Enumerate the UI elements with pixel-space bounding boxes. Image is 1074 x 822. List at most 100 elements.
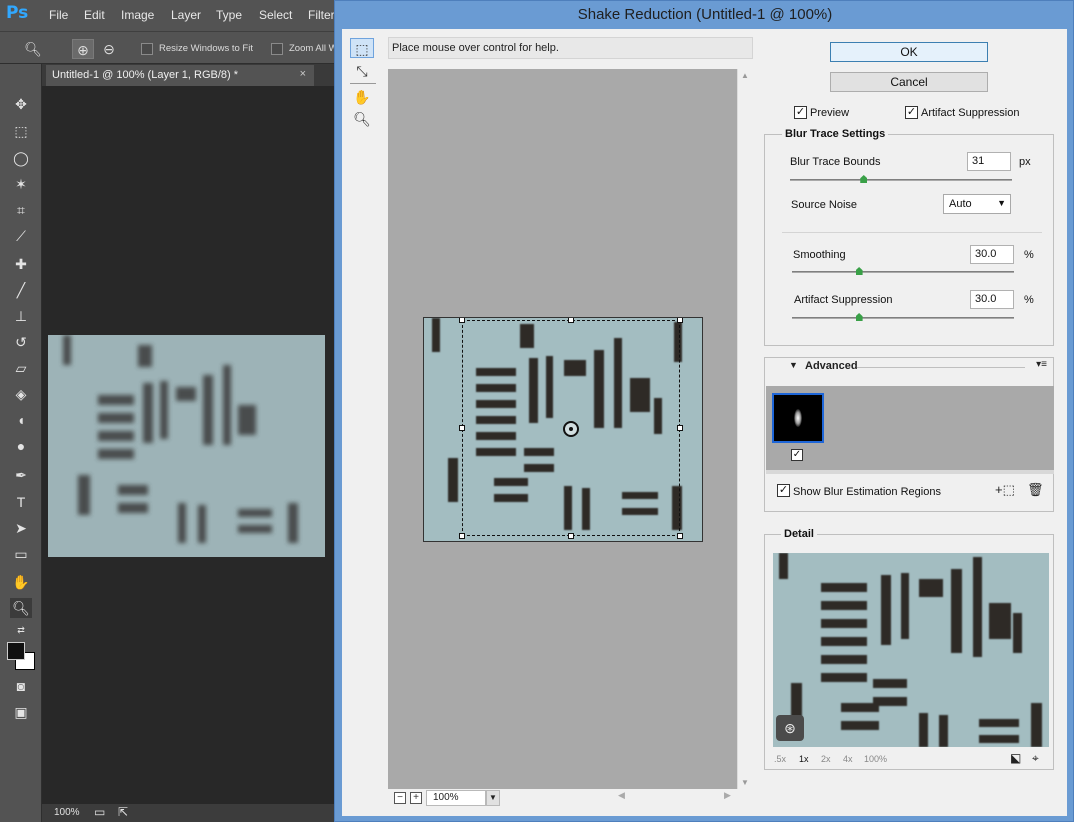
clone-stamp-icon[interactable]: ⊥ [10, 306, 32, 326]
detail-zoom-2x[interactable]: 2x [821, 754, 831, 764]
resize-windows-checkbox[interactable] [141, 43, 153, 55]
path-selection-icon[interactable]: ➤ [10, 518, 32, 538]
history-brush-icon[interactable]: ↺ [10, 332, 32, 352]
hand-icon[interactable]: ✋ [10, 572, 32, 592]
detail-zoom-4x[interactable]: 4x [843, 754, 853, 764]
focus-loupe-icon[interactable]: ⊛ [776, 715, 804, 741]
zoom-tool-icon[interactable]: 🔍︎ [350, 109, 374, 129]
blur-estimation-region[interactable] [459, 318, 683, 539]
preview-image[interactable] [423, 317, 703, 542]
rectangle-icon[interactable]: ▭ [10, 544, 32, 564]
zoom-in-button[interactable]: + [410, 792, 422, 804]
detail-sharpened-image [779, 553, 1042, 747]
region-center-pin[interactable] [563, 421, 579, 437]
trash-icon[interactable]: 🗑︎ [1027, 482, 1044, 498]
region-handle-top-left[interactable] [459, 318, 465, 323]
healing-brush-icon[interactable]: ✚ [10, 254, 32, 274]
unlock-detail-icon[interactable]: ⬕ [1010, 751, 1021, 765]
blur-kernel-thumbnail[interactable] [772, 393, 824, 443]
scroll-right-icon[interactable]: ▶ [724, 790, 731, 801]
type-icon[interactable]: T [10, 492, 32, 512]
magic-wand-icon[interactable]: ✶ [10, 174, 32, 194]
dodge-icon[interactable]: ● [10, 436, 32, 456]
blur-trace-bounds-slider[interactable] [790, 179, 1012, 181]
menu-image[interactable]: Image [121, 8, 154, 22]
pen-icon[interactable]: ✒ [10, 465, 32, 485]
crop-icon[interactable]: ⌗ [10, 200, 32, 220]
artifact-suppression-checkbox[interactable]: ✓ [905, 106, 918, 119]
chevron-down-icon[interactable]: ▼ [486, 790, 500, 806]
source-noise-select[interactable]: Auto ▼ [943, 194, 1011, 214]
status-zoom[interactable]: 100% [54, 807, 80, 818]
region-handle-left[interactable] [459, 425, 465, 431]
eyedropper-icon[interactable]: ⟋ [10, 226, 32, 246]
document-tab[interactable]: Untitled-1 @ 100% (Layer 1, RGB/8) * × [46, 65, 314, 86]
blur-estimation-tool-icon[interactable]: ⬚ [350, 38, 374, 58]
detail-zoom-100[interactable]: 100% [864, 754, 887, 764]
menu-select[interactable]: Select [259, 8, 292, 22]
region-handle-bottom[interactable] [568, 533, 574, 539]
ok-button[interactable]: OK [830, 42, 988, 62]
kernel-enable-checkbox[interactable]: ✓ [791, 449, 803, 461]
marquee-icon[interactable]: ⬚ [10, 121, 32, 141]
brush-icon[interactable]: ╱ [10, 280, 32, 300]
zoom-out-icon[interactable]: ⊖ [98, 39, 120, 59]
zoom-all-checkbox[interactable] [271, 43, 283, 55]
menu-layer[interactable]: Layer [171, 8, 201, 22]
quick-mask-icon[interactable]: ◙ [10, 676, 32, 696]
blur-direction-tool-icon[interactable]: ⤡ [350, 61, 374, 81]
blur-icon[interactable]: ◖ [10, 410, 32, 430]
scroll-down-icon[interactable]: ▼ [741, 778, 749, 787]
preview-area[interactable] [388, 69, 737, 789]
zoom-in-icon[interactable]: ⊕ [72, 39, 94, 59]
source-noise-label: Source Noise [791, 199, 858, 211]
paint-bucket-icon[interactable]: ◈ [10, 384, 32, 404]
shake-reduction-dialog: Shake Reduction (Untitled-1 @ 100%) ⬚ ⤡ … [334, 0, 1074, 822]
menu-file[interactable]: File [49, 8, 68, 22]
move-icon[interactable]: ✥ [10, 94, 32, 114]
blur-trace-bounds-input[interactable]: 31 [967, 152, 1011, 171]
lasso-icon[interactable]: ◯ [10, 148, 32, 168]
document-tab-bar: Untitled-1 @ 100% (Layer 1, RGB/8) * × [42, 64, 336, 86]
region-handle-top-right[interactable] [677, 318, 683, 323]
region-handle-top[interactable] [568, 318, 574, 323]
timeline-icon[interactable]: ▭ [94, 805, 105, 819]
show-regions-checkbox[interactable]: ✓ [777, 484, 790, 497]
zoom-preset-icon[interactable]: 🔍︎ [22, 39, 44, 59]
hand-tool-icon[interactable]: ✋ [350, 87, 374, 107]
detail-zoom-1x[interactable]: 1x [799, 754, 809, 764]
help-text: Place mouse over control for help. [392, 42, 559, 54]
menu-filter[interactable]: Filter [308, 8, 335, 22]
foreground-color-swatch[interactable] [7, 642, 25, 660]
zoom-level-field[interactable]: 100% [426, 790, 486, 806]
close-tab-icon[interactable]: × [300, 68, 306, 80]
zoom-icon[interactable]: 🔍︎ [10, 598, 32, 618]
scroll-up-icon[interactable]: ▲ [741, 71, 749, 80]
add-region-icon[interactable]: +⬚ [995, 482, 1015, 498]
eraser-icon[interactable]: ▱ [10, 358, 32, 378]
share-icon[interactable]: ⇱ [118, 805, 128, 819]
scroll-left-icon[interactable]: ◀ [618, 790, 625, 801]
panel-menu-icon[interactable]: ▾≡ [1036, 359, 1047, 370]
swap-colors-icon[interactable]: ⇄ [10, 620, 32, 640]
help-bar: Place mouse over control for help. [388, 37, 753, 59]
region-handle-bottom-right[interactable] [677, 533, 683, 539]
zoom-out-button[interactable]: − [394, 792, 406, 804]
preview-vertical-scrollbar[interactable]: ▲ ▼ [737, 69, 753, 789]
artifact-suppression-slider[interactable] [792, 317, 1014, 319]
menu-type[interactable]: Type [216, 8, 242, 22]
detail-loupe-image[interactable]: ⊛ [773, 553, 1049, 747]
artifact-suppression-label: Artifact Suppression [921, 107, 1020, 119]
detail-zoom-half[interactable]: .5x [774, 754, 786, 764]
enhance-at-location-icon[interactable]: ⌖ [1032, 751, 1039, 766]
smoothing-slider[interactable] [792, 271, 1014, 273]
region-handle-right[interactable] [677, 425, 683, 431]
preview-checkbox[interactable]: ✓ [794, 106, 807, 119]
region-handle-bottom-left[interactable] [459, 533, 465, 539]
cancel-button[interactable]: Cancel [830, 72, 988, 92]
artifact-suppression-input[interactable]: 30.0 [970, 290, 1014, 309]
collapse-triangle-icon[interactable]: ▼ [789, 360, 798, 370]
screen-mode-icon[interactable]: ▣ [10, 702, 32, 722]
smoothing-input[interactable]: 30.0 [970, 245, 1014, 264]
menu-edit[interactable]: Edit [84, 8, 105, 22]
